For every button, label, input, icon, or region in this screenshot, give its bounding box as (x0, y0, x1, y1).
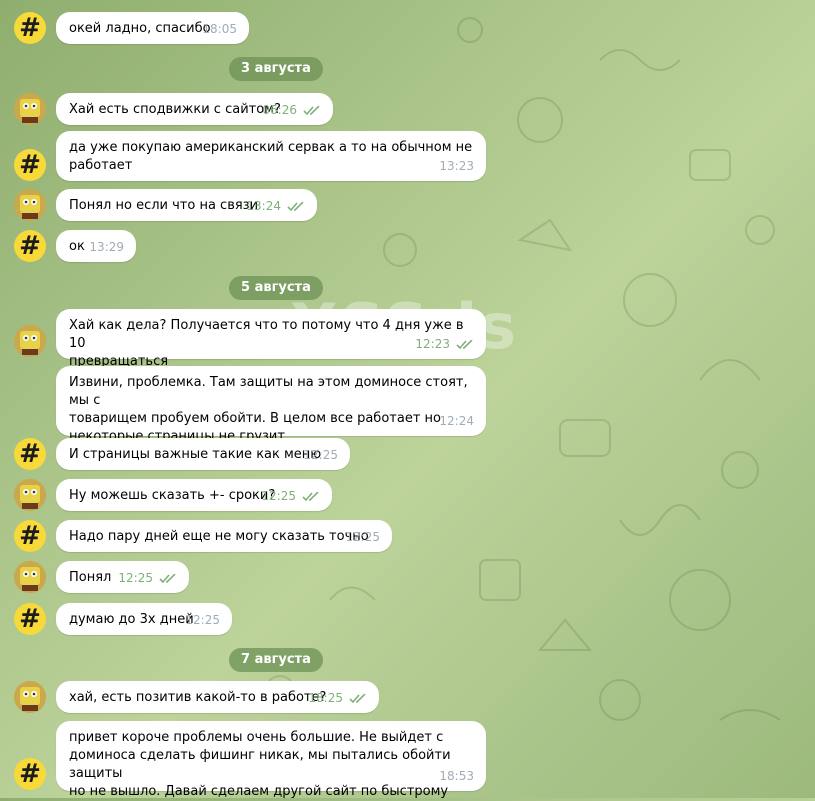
date-separator: 3 августа (229, 57, 323, 81)
double-check-icon (456, 340, 473, 350)
message-time: 18:53 (439, 769, 474, 783)
double-check-icon (302, 492, 319, 502)
avatar[interactable] (14, 561, 46, 593)
avatar[interactable] (14, 189, 46, 221)
avatar[interactable] (14, 479, 46, 511)
date-separator: 5 августа (229, 276, 323, 300)
message-text: привет короче проблемы очень большие. Не… (69, 730, 451, 799)
message-text: окей ладно, спасибо (69, 21, 211, 36)
hash-icon: # (19, 521, 41, 551)
message-text: Хай как дела? Получается что то потому ч… (69, 318, 464, 369)
message-bubble[interactable]: Ну можешь сказать +- сроки? 12:25 (56, 479, 332, 511)
double-check-icon (303, 106, 320, 116)
message-text: Ну можешь сказать +- сроки? (69, 488, 276, 503)
message-bubble[interactable]: Надо пару дней еще не могу сказать точно… (56, 520, 392, 552)
hash-icon: # (19, 604, 41, 634)
message-text: Извини, проблемка. Там защиты на этом до… (69, 375, 468, 444)
message-text: Хай есть сподвижки с сайтом? (69, 102, 281, 117)
avatar[interactable] (14, 681, 46, 713)
message-bubble[interactable]: Извини, проблемка. Там защиты на этом до… (56, 366, 486, 444)
avatar[interactable]: # (14, 758, 46, 790)
sponge-avatar-icon (14, 561, 46, 593)
message-bubble[interactable]: Хай есть сподвижки с сайтом? 06:26 (56, 93, 333, 125)
message-text: да уже покупаю американский сервак а то … (69, 140, 473, 173)
message-time: 13:24 (246, 199, 281, 213)
message-list[interactable]: # окей ладно, спасибо 18:05 3 августа Ха… (0, 0, 815, 799)
message-bubble[interactable]: да уже покупаю американский сервак а то … (56, 131, 486, 181)
message-text: Надо пару дней еще не могу сказать точно (69, 529, 369, 544)
avatar[interactable]: # (14, 438, 46, 470)
sponge-avatar-icon (14, 93, 46, 125)
message-text: И страницы важные такие как меню (69, 447, 322, 462)
message-bubble[interactable]: И страницы важные такие как меню 12:25 (56, 438, 350, 470)
avatar[interactable]: # (14, 12, 46, 44)
avatar[interactable]: # (14, 230, 46, 262)
message-time: 12:25 (261, 489, 296, 503)
message-time: 12:24 (439, 414, 474, 428)
avatar[interactable] (14, 93, 46, 125)
hash-icon: # (19, 231, 41, 261)
avatar[interactable]: # (14, 149, 46, 181)
message-bubble[interactable]: хай, есть позитив какой-то в работе? 18:… (56, 681, 379, 713)
date-separator: 7 августа (229, 648, 323, 672)
message-bubble[interactable]: думаю до 3х дней 12:25 (56, 603, 232, 635)
message-text: хай, есть позитив какой-то в работе? (69, 690, 327, 705)
hash-icon: # (19, 759, 41, 789)
avatar[interactable] (14, 325, 46, 357)
double-check-icon (349, 694, 366, 704)
message-bubble[interactable]: привет короче проблемы очень большие. Не… (56, 721, 486, 799)
message-time: 12:25 (303, 448, 338, 462)
hash-icon: # (19, 13, 41, 43)
message-time: 12:23 (415, 337, 450, 351)
message-time: 12:25 (118, 571, 153, 585)
message-time: 12:25 (185, 613, 220, 627)
message-time: 18:05 (202, 22, 237, 36)
message-text: Понял но если что на связи (69, 198, 259, 213)
message-time: 13:29 (89, 240, 124, 254)
message-text: думаю до 3х дней (69, 612, 194, 627)
message-bubble[interactable]: Понял но если что на связи 13:24 (56, 189, 317, 221)
message-bubble[interactable]: ок 13:29 (56, 230, 136, 262)
avatar[interactable]: # (14, 603, 46, 635)
hash-icon: # (19, 439, 41, 469)
sponge-avatar-icon (14, 681, 46, 713)
message-time: 13:23 (439, 159, 474, 173)
avatar[interactable]: # (14, 520, 46, 552)
message-bubble[interactable]: окей ладно, спасибо 18:05 (56, 12, 249, 44)
message-time: 18:25 (308, 691, 343, 705)
message-text: ок (69, 239, 85, 254)
message-bubble[interactable]: Понял 12:25 (56, 561, 189, 593)
message-time: 06:26 (262, 103, 297, 117)
message-time: 12:25 (345, 530, 380, 544)
double-check-icon (287, 202, 304, 212)
message-text: Понял (69, 570, 112, 585)
sponge-avatar-icon (14, 189, 46, 221)
hash-icon: # (19, 150, 41, 180)
double-check-icon (159, 574, 176, 584)
sponge-avatar-icon (14, 479, 46, 511)
message-bubble[interactable]: Хай как дела? Получается что то потому ч… (56, 309, 486, 369)
sponge-avatar-icon (14, 325, 46, 357)
